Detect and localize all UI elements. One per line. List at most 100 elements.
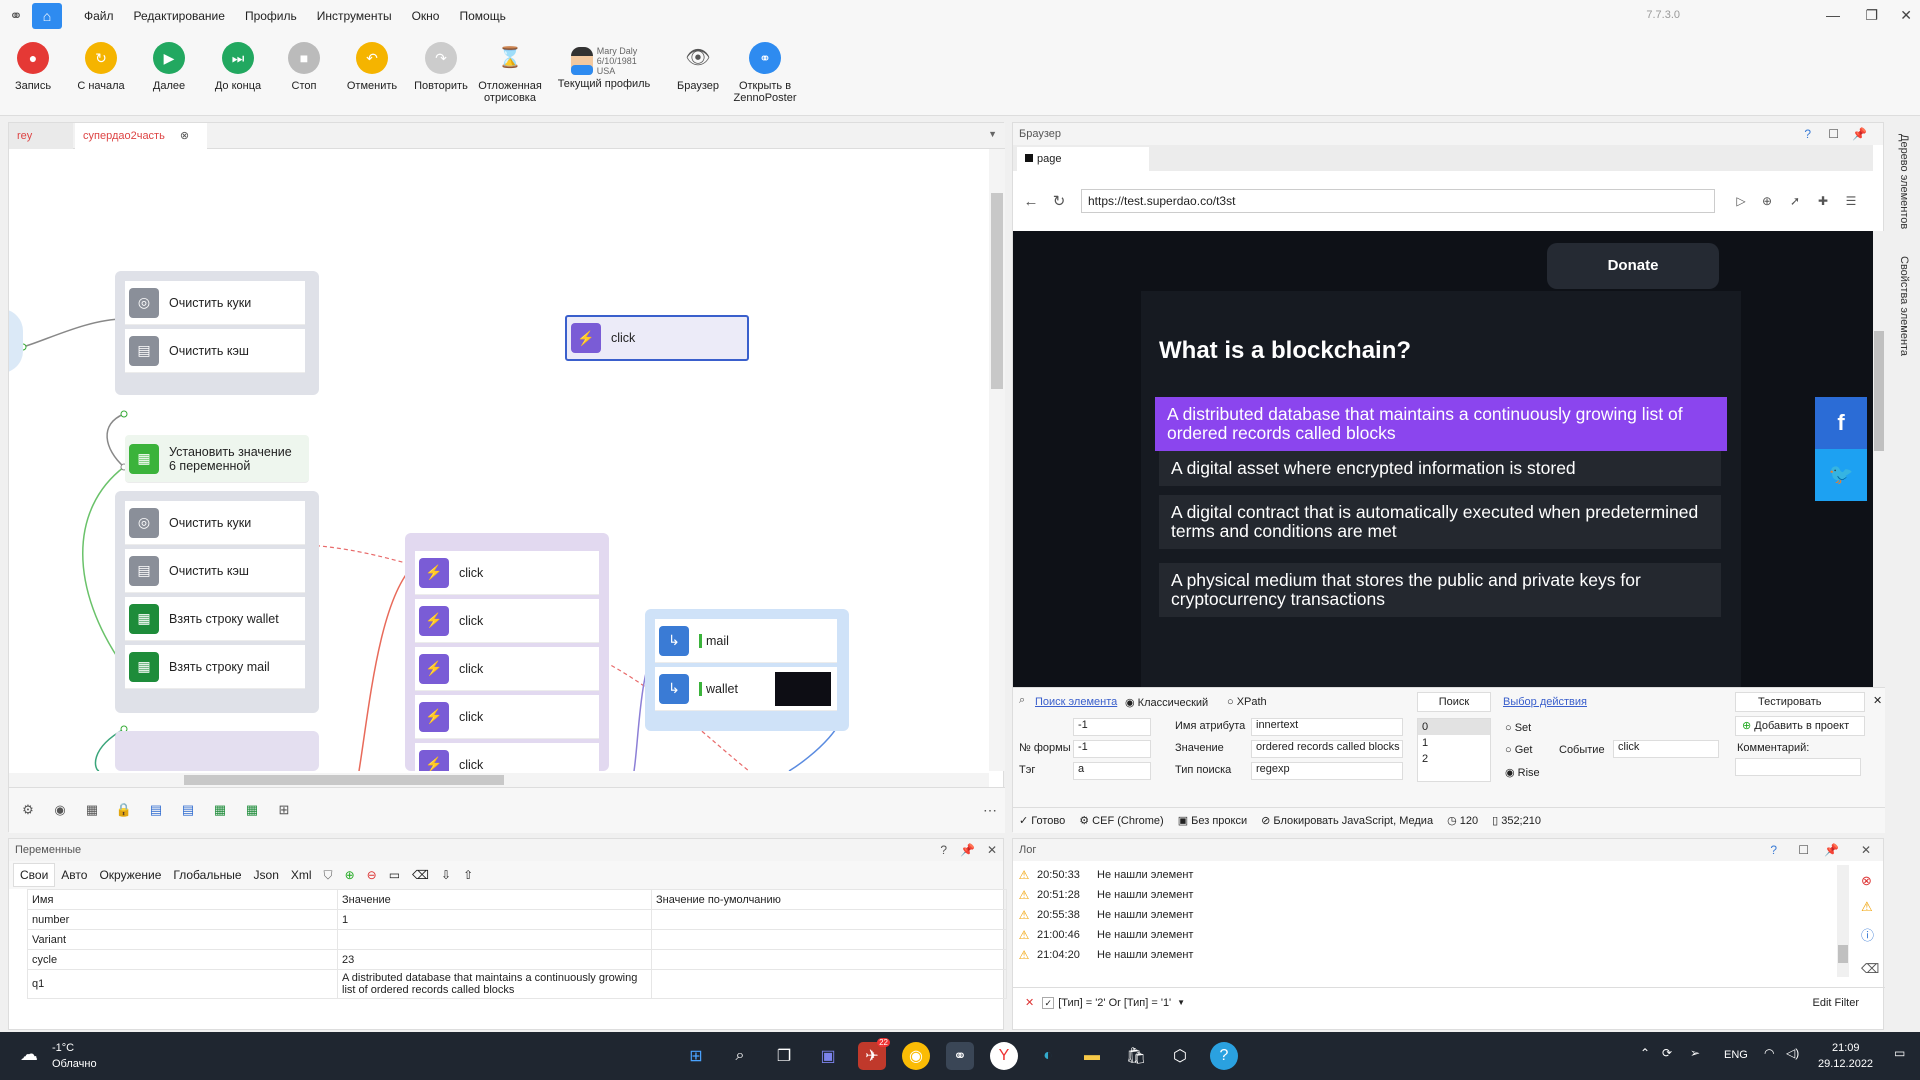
store-icon[interactable]: 🛍 (1122, 1042, 1150, 1070)
add-icon[interactable]: ⊕ (339, 864, 361, 886)
col-value[interactable]: Значение (337, 889, 652, 910)
menu-icon[interactable]: ☰ (1837, 194, 1865, 208)
stop-button[interactable]: ■ Стоп (286, 42, 322, 92)
rename-icon[interactable]: ▭ (383, 864, 406, 886)
menu-window[interactable]: Окно (402, 9, 450, 23)
close-icon[interactable]: ✕ (1873, 694, 1882, 707)
test-button[interactable]: Тестировать (1735, 692, 1865, 712)
yandex-icon[interactable]: Y (990, 1042, 1018, 1070)
clear-filter-icon[interactable]: ✕ (1025, 996, 1034, 1009)
list-icon[interactable]: ▤ (147, 802, 165, 820)
edge-icon[interactable]: ◐ (1034, 1042, 1062, 1070)
table-row[interactable]: number 1 (27, 909, 1007, 930)
teams-icon[interactable]: ▣ (814, 1042, 842, 1070)
zennoposter-icon[interactable]: ⚭ (946, 1042, 974, 1070)
lock-icon[interactable]: 🔒 (115, 802, 133, 820)
status-block[interactable]: ⊘ Блокировать JavaScript, Медиа (1261, 814, 1433, 827)
status-timeout[interactable]: ◷ 120 (1447, 814, 1478, 827)
node-clear-cache[interactable]: ▤ Очистить кэш (125, 329, 305, 373)
next-button[interactable]: ▶ Далее (148, 42, 190, 92)
settings-icon[interactable]: ⚙ (19, 802, 37, 820)
reload-icon[interactable]: ↻ (1045, 192, 1073, 210)
node-click-selected[interactable]: ⚡ click (565, 315, 749, 361)
answer-option-3[interactable]: A digital contract that is automatically… (1159, 495, 1721, 549)
close-icon[interactable]: ✕ (1861, 843, 1871, 857)
node-wallet[interactable]: ↳ wallet (655, 667, 837, 711)
tabs-dropdown-icon[interactable]: ▼ (988, 129, 997, 139)
current-profile-button[interactable]: Mary Daly 6/10/1981 USA Текущий профиль (556, 46, 652, 90)
log-entry[interactable]: ⚠ 21:04:20 Не нашли элемент (1013, 945, 1194, 965)
tag-select[interactable]: a (1073, 762, 1151, 780)
node-set-value[interactable]: ▦ Установить значение 6 переменной (125, 435, 309, 483)
start-icon[interactable]: ⊞ (682, 1042, 710, 1070)
clock-date[interactable]: 29.12.2022 (1818, 1058, 1873, 1070)
clock-time[interactable]: 21:09 (1832, 1042, 1860, 1054)
minimize-icon[interactable]: — (1826, 7, 1840, 23)
answer-option-2[interactable]: A digital asset where encrypted informat… (1159, 451, 1721, 486)
close-icon[interactable]: ✕ (1900, 7, 1912, 24)
node-click-4[interactable]: ⚡ click (415, 695, 599, 739)
grid-icon[interactable]: ▦ (83, 802, 101, 820)
table-row[interactable]: cycle 23 (27, 949, 1007, 970)
search-icon[interactable]: ⌕ (726, 1042, 754, 1070)
filter-dropdown-icon[interactable]: ▼ (1177, 998, 1185, 1007)
col-default[interactable]: Значение по-умолчанию (651, 889, 1007, 910)
wifi-icon[interactable]: ◠ (1764, 1046, 1774, 1060)
log-entry[interactable]: ⚠ 20:51:28 Не нашли элемент (1013, 885, 1194, 905)
node-clear-cookies[interactable]: ◎ Очистить куки (125, 281, 305, 325)
language-indicator[interactable]: ENG (1724, 1049, 1748, 1061)
more-icon[interactable]: ⋯ (983, 802, 997, 819)
weather-icon[interactable]: ☁ (20, 1044, 38, 1065)
results-list[interactable]: 0 1 2 (1417, 718, 1491, 782)
radio-classic[interactable]: ◉ Классический (1125, 696, 1208, 709)
node-mail[interactable]: ↳ mail (655, 619, 837, 663)
canvas-hscroll[interactable] (9, 773, 989, 787)
project-canvas[interactable]: ◎ Очистить куки ▤ Очистить кэш ▦ Установить… (9, 149, 989, 771)
canvas-vscroll[interactable] (989, 149, 1005, 771)
move-up-icon[interactable]: ⇧ (457, 864, 479, 886)
tab-close-icon[interactable]: ⊗ (180, 130, 189, 142)
answer-option-1[interactable]: A distributed database that maintains a … (1155, 397, 1727, 451)
back-icon[interactable]: ← (1017, 193, 1045, 210)
add-frame-icon[interactable]: ⊞ (275, 802, 293, 820)
search-type-select[interactable]: regexp (1251, 762, 1403, 780)
sheet-icon[interactable]: ▦ (211, 802, 229, 820)
telegram-icon[interactable]: ✈ 22 (858, 1038, 890, 1070)
form-no-select[interactable]: -1 (1073, 740, 1151, 758)
node-take-wallet[interactable]: ▦ Взять строку wallet (125, 597, 305, 641)
remove-icon[interactable]: ⊖ (361, 864, 383, 886)
search-element-link[interactable]: Поиск элемента (1035, 696, 1117, 708)
node-click-1[interactable]: ⚡ click (415, 551, 599, 595)
donate-button[interactable]: Donate (1547, 243, 1719, 289)
cursor-icon[interactable]: ➚ (1781, 194, 1809, 208)
node-click-2[interactable]: ⚡ click (415, 599, 599, 643)
twitter-share-icon[interactable]: 🐦 (1815, 449, 1867, 501)
browser-tab-page[interactable]: page (1017, 147, 1149, 171)
user-icon[interactable]: ◉ (51, 802, 69, 820)
home-button[interactable]: ⌂ (32, 3, 62, 29)
filter-checkbox[interactable]: ✓ (1042, 996, 1055, 1009)
volume-icon[interactable]: ◁) (1786, 1046, 1799, 1060)
explorer-icon[interactable]: ▬ (1078, 1042, 1106, 1070)
list-item[interactable]: 2 (1418, 751, 1490, 767)
location-icon[interactable]: ➢ (1690, 1046, 1700, 1060)
tab-element-props[interactable]: Свойства элемента (1898, 256, 1910, 356)
list-item[interactable]: 0 (1418, 719, 1490, 735)
undo-button[interactable]: ↶ Отменить (344, 42, 400, 92)
tab-element-tree[interactable]: Дерево элементов (1898, 134, 1910, 229)
help-app-icon[interactable]: ? (1210, 1042, 1238, 1070)
tab-xml[interactable]: Xml (285, 864, 318, 886)
edit-filter-button[interactable]: Edit Filter (1813, 997, 1859, 1009)
facebook-share-icon[interactable]: f (1815, 397, 1867, 449)
warning-filter-icon[interactable]: ⚠ (1861, 899, 1873, 915)
answer-option-4[interactable]: A physical medium that stores the public… (1159, 563, 1721, 617)
close-icon[interactable]: ✕ (987, 843, 997, 857)
node-take-mail[interactable]: ▦ Взять строку mail (125, 645, 305, 689)
menu-edit[interactable]: Редактирование (124, 9, 235, 23)
value-input[interactable]: ordered records called blocks (1251, 740, 1403, 758)
chrome-icon[interactable]: ◉ (902, 1042, 930, 1070)
record-button[interactable]: ● Запись (12, 42, 54, 92)
extension-icon[interactable]: ✚ (1809, 194, 1837, 208)
open-zennoposter-button[interactable]: ⚭ Открыть в ZennoPoster (730, 42, 800, 104)
log-vscroll[interactable] (1837, 865, 1849, 977)
